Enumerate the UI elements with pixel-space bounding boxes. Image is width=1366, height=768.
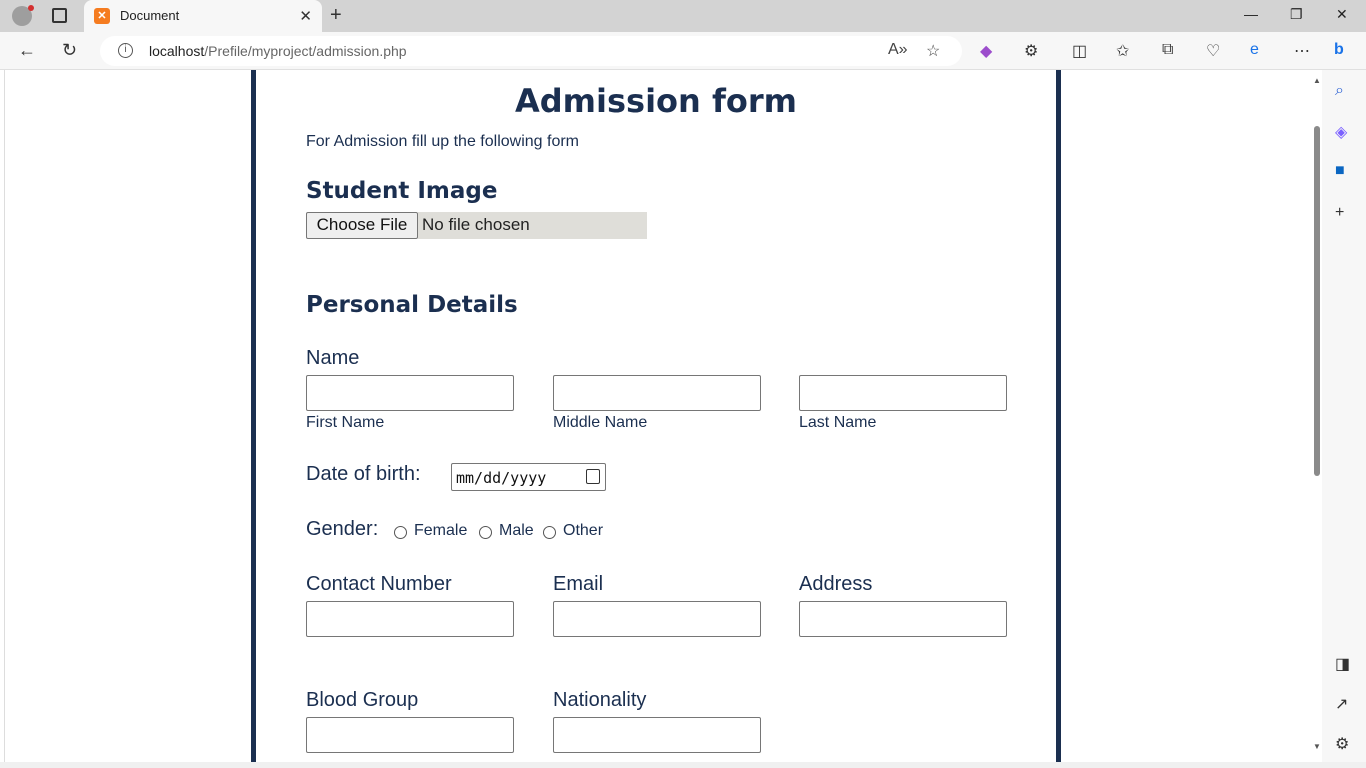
last-name-input[interactable] xyxy=(799,375,1007,411)
form-container: Admission form For Admission fill up the… xyxy=(251,70,1061,762)
url-text[interactable]: localhost/Prefile/myproject/admission.ph… xyxy=(149,43,407,59)
blood-group-label: Blood Group xyxy=(306,689,419,711)
nationality-input[interactable] xyxy=(553,717,761,753)
scroll-down-icon[interactable]: ▼ xyxy=(1313,742,1321,751)
tab-bar: ✕ Document ✕ + — ❐ ✕ xyxy=(0,0,1366,32)
middle-name-input[interactable] xyxy=(553,375,761,411)
calendar-icon[interactable] xyxy=(586,469,600,484)
blood-group-input[interactable] xyxy=(306,717,514,753)
page-title: Admission form xyxy=(515,82,797,120)
contact-label: Contact Number xyxy=(306,573,452,595)
copilot-icon[interactable]: ◆ xyxy=(980,41,992,61)
more-options-icon[interactable]: ⋯ xyxy=(1294,41,1310,61)
bing-chat-icon[interactable]: b xyxy=(1334,41,1344,59)
gender-other-radio[interactable] xyxy=(543,526,556,539)
read-aloud-icon[interactable]: A» xyxy=(888,41,908,59)
gender-female-radio[interactable] xyxy=(394,526,407,539)
intro-text: For Admission fill up the following form xyxy=(306,133,579,150)
search-icon[interactable]: ⌕ xyxy=(1335,82,1344,100)
name-label: Name xyxy=(306,347,360,369)
gender-male-label: Male xyxy=(499,522,534,539)
extensions-icon[interactable]: ⚙ xyxy=(1024,41,1038,61)
close-window-icon[interactable]: ✕ xyxy=(1336,6,1348,23)
gender-male-radio[interactable] xyxy=(479,526,492,539)
browser-toolbar: ← ↻ i localhost/Prefile/myproject/admiss… xyxy=(0,32,1366,70)
email-label: Email xyxy=(553,573,604,595)
collections-icon[interactable]: ⧉ xyxy=(1162,41,1173,59)
email-input[interactable] xyxy=(553,601,761,637)
last-name-label: Last Name xyxy=(799,414,877,431)
personal-details-heading: Personal Details xyxy=(306,292,518,318)
scroll-thumb[interactable] xyxy=(1314,126,1320,476)
nationality-label: Nationality xyxy=(553,689,647,711)
xampp-icon: ✕ xyxy=(94,8,110,24)
settings-gear-icon[interactable]: ⚙ xyxy=(1335,734,1349,754)
open-external-icon[interactable]: ↗ xyxy=(1335,694,1348,714)
dob-input[interactable]: mm/dd/yyyy xyxy=(451,463,606,491)
choose-file-button[interactable]: Choose File xyxy=(306,212,418,239)
favorite-star-icon[interactable]: ☆ xyxy=(926,41,940,61)
student-image-heading: Student Image xyxy=(306,178,498,204)
address-bar[interactable]: i localhost/Prefile/myproject/admission.… xyxy=(100,36,962,66)
split-screen-icon[interactable]: ◫ xyxy=(1072,41,1087,61)
new-tab-icon[interactable]: + xyxy=(330,4,342,27)
gender-female-label: Female xyxy=(414,522,468,539)
browser-tab[interactable]: ✕ Document ✕ xyxy=(84,0,322,32)
bottom-edge xyxy=(0,762,1366,768)
gender-other-label: Other xyxy=(563,522,604,539)
first-name-input[interactable] xyxy=(306,375,514,411)
gender-label: Gender: xyxy=(306,518,379,540)
outlook-icon[interactable]: ■ xyxy=(1335,162,1345,180)
notification-dot xyxy=(28,5,34,11)
info-icon[interactable]: i xyxy=(118,43,133,58)
close-tab-icon[interactable]: ✕ xyxy=(299,7,312,25)
address-label: Address xyxy=(799,573,873,595)
browser-essentials-icon[interactable]: ♡ xyxy=(1206,41,1220,61)
back-icon[interactable]: ← xyxy=(18,40,36,61)
file-status: No file chosen xyxy=(418,212,647,239)
first-name-label: First Name xyxy=(306,414,385,431)
contact-input[interactable] xyxy=(306,601,514,637)
page-viewport: Admission form For Admission fill up the… xyxy=(4,70,1322,762)
refresh-icon[interactable]: ↻ xyxy=(62,40,77,61)
scroll-up-icon[interactable]: ▲ xyxy=(1313,76,1321,85)
sidebar-toggle-icon[interactable]: ◨ xyxy=(1335,654,1350,674)
dob-placeholder: mm/dd/yyyy xyxy=(456,469,547,487)
address-input[interactable] xyxy=(799,601,1007,637)
dob-label: Date of birth: xyxy=(306,463,421,485)
minimize-icon[interactable]: — xyxy=(1244,6,1258,22)
tab-actions-icon[interactable] xyxy=(52,8,67,23)
page-scrollbar[interactable]: ▲ ▼ xyxy=(1311,70,1322,762)
copilot-sidebar-icon[interactable]: ◈ xyxy=(1335,122,1347,142)
tab-title: Document xyxy=(120,8,180,23)
favorites-icon[interactable]: ✩ xyxy=(1116,41,1129,61)
edge-drop-icon[interactable]: e xyxy=(1250,41,1259,59)
add-icon[interactable]: + xyxy=(1335,204,1344,222)
edge-sidebar: ⌕ ◈ ■ + ◨ ↗ ⚙ xyxy=(1322,70,1366,768)
restore-icon[interactable]: ❐ xyxy=(1290,6,1303,23)
middle-name-label: Middle Name xyxy=(553,414,648,431)
